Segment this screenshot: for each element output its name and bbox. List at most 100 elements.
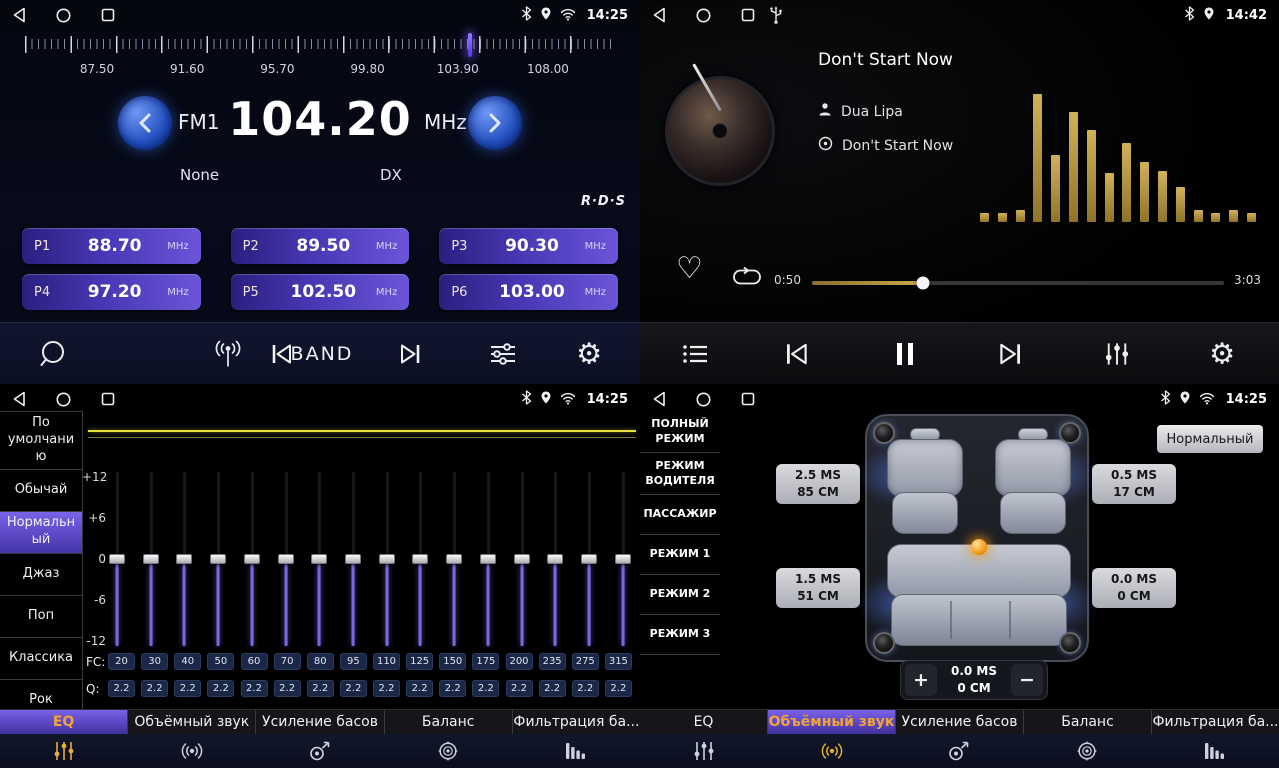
delay-rear-right[interactable]: 0.0 MS 0 CM: [1092, 568, 1176, 608]
eq-band-slider[interactable]: [142, 472, 160, 646]
slider-handle[interactable]: [547, 554, 563, 564]
slider-handle[interactable]: [143, 554, 159, 564]
preset-button[interactable]: P5 102.50 MHz: [231, 274, 410, 310]
surround-mode-item[interactable]: РЕЖИМ 2: [640, 575, 720, 615]
q-chip[interactable]: 2.2: [506, 680, 533, 697]
balance-tab-icon[interactable]: [384, 734, 512, 768]
slider-handle[interactable]: [244, 554, 260, 564]
surround-tab-icon[interactable]: [768, 734, 896, 768]
eq-band-slider[interactable]: [546, 472, 564, 646]
playlist-button[interactable]: [682, 343, 708, 365]
fc-chip[interactable]: 70: [274, 653, 301, 670]
surround-mode-item[interactable]: ПОЛНЫЙ РЕЖИМ: [640, 411, 720, 453]
slider-handle[interactable]: [345, 554, 361, 564]
preset-button[interactable]: P2 89.50 MHz: [231, 228, 410, 264]
audio-settings-button[interactable]: [489, 343, 517, 365]
repeat-button[interactable]: [732, 266, 762, 291]
slider-handle[interactable]: [379, 554, 395, 564]
q-chip[interactable]: 2.2: [274, 680, 301, 697]
progress-knob[interactable]: [917, 277, 930, 290]
audio-tab[interactable]: EQ: [0, 710, 128, 734]
eq-preset-item[interactable]: По умолчанию: [0, 412, 83, 470]
eq-preset-item[interactable]: Классика: [0, 638, 83, 680]
eq-preset-item[interactable]: Нормальный: [0, 512, 83, 554]
delay-front-left[interactable]: 2.5 MS 85 CM: [776, 464, 860, 504]
eq-band-slider[interactable]: [580, 472, 598, 646]
nav-recents-button[interactable]: [741, 392, 755, 406]
nav-back-button[interactable]: [12, 7, 26, 23]
slider-handle[interactable]: [311, 554, 327, 564]
q-chip[interactable]: 2.2: [207, 680, 234, 697]
eq-band-slider[interactable]: [479, 472, 497, 646]
eq-tab-icon[interactable]: [640, 734, 768, 768]
surround-mode-item[interactable]: РЕЖИМ ВОДИТЕЛЯ: [640, 453, 720, 495]
q-chip[interactable]: 2.2: [539, 680, 566, 697]
slider-handle[interactable]: [581, 554, 597, 564]
nav-recents-button[interactable]: [101, 8, 115, 22]
slider-handle[interactable]: [210, 554, 226, 564]
fc-chip[interactable]: 80: [307, 653, 334, 670]
slider-handle[interactable]: [514, 554, 530, 564]
equalizer-button[interactable]: [1104, 341, 1130, 366]
q-chip[interactable]: 2.2: [605, 680, 632, 697]
next-track-button[interactable]: [996, 341, 1024, 367]
eq-band-slider[interactable]: [378, 472, 396, 646]
settings-gear-icon[interactable]: ⚙: [1209, 339, 1235, 368]
eq-band-slider[interactable]: [209, 472, 227, 646]
fc-chip[interactable]: 95: [340, 653, 367, 670]
fc-chip[interactable]: 315: [605, 653, 632, 670]
nav-home-button[interactable]: [696, 8, 711, 23]
band-button[interactable]: BAND: [291, 343, 354, 365]
preset-button[interactable]: P4 97.20 MHz: [22, 274, 201, 310]
q-chip[interactable]: 2.2: [174, 680, 201, 697]
slider-handle[interactable]: [278, 554, 294, 564]
fc-chip[interactable]: 40: [174, 653, 201, 670]
favorite-button[interactable]: ♡: [676, 254, 703, 284]
delay-rear-left[interactable]: 1.5 MS 51 CM: [776, 568, 860, 608]
eq-band-slider[interactable]: [445, 472, 463, 646]
slider-handle[interactable]: [412, 554, 428, 564]
eq-preset-item[interactable]: Поп: [0, 596, 83, 638]
filter-tab-icon[interactable]: [1151, 734, 1279, 768]
filter-tab-icon[interactable]: [512, 734, 640, 768]
surround-tab-icon[interactable]: [128, 734, 256, 768]
fc-chip[interactable]: 60: [241, 653, 268, 670]
settings-gear-icon[interactable]: ⚙: [576, 339, 602, 368]
q-chip[interactable]: 2.2: [472, 680, 499, 697]
fc-chip[interactable]: 200: [506, 653, 533, 670]
eq-band-slider[interactable]: [243, 472, 261, 646]
eq-band-slider[interactable]: [277, 472, 295, 646]
fc-chip[interactable]: 50: [207, 653, 234, 670]
audio-tab[interactable]: Фильтрация ба...: [1152, 710, 1279, 734]
balance-tab-icon[interactable]: [1023, 734, 1151, 768]
delay-decrease-button[interactable]: −: [1011, 664, 1043, 696]
preset-button[interactable]: P3 90.30 MHz: [439, 228, 618, 264]
preset-button[interactable]: P6 103.00 MHz: [439, 274, 618, 310]
slider-handle[interactable]: [480, 554, 496, 564]
q-chip[interactable]: 2.2: [108, 680, 135, 697]
bass-boost-tab-icon[interactable]: [256, 734, 384, 768]
fc-chip[interactable]: 30: [141, 653, 168, 670]
q-chip[interactable]: 2.2: [141, 680, 168, 697]
audio-tab[interactable]: Объёмный звук: [128, 710, 256, 734]
audio-tab[interactable]: Фильтрация ба...: [513, 710, 640, 734]
q-chip[interactable]: 2.2: [307, 680, 334, 697]
nav-back-button[interactable]: [652, 7, 666, 23]
nav-back-button[interactable]: [652, 391, 666, 407]
slider-handle[interactable]: [446, 554, 462, 564]
fc-chip[interactable]: 235: [539, 653, 566, 670]
next-station-button[interactable]: [397, 342, 423, 366]
nav-home-button[interactable]: [696, 392, 711, 407]
nav-home-button[interactable]: [56, 392, 71, 407]
slider-handle[interactable]: [615, 554, 631, 564]
q-chip[interactable]: 2.2: [572, 680, 599, 697]
fc-chip[interactable]: 20: [108, 653, 135, 670]
nav-recents-button[interactable]: [741, 8, 755, 22]
pause-button[interactable]: [895, 341, 915, 367]
q-chip[interactable]: 2.2: [340, 680, 367, 697]
surround-mode-item[interactable]: РЕЖИМ 1: [640, 535, 720, 575]
broadcast-button[interactable]: [214, 340, 242, 367]
eq-band-slider[interactable]: [344, 472, 362, 646]
q-chip[interactable]: 2.2: [373, 680, 400, 697]
eq-band-slider[interactable]: [614, 472, 632, 646]
